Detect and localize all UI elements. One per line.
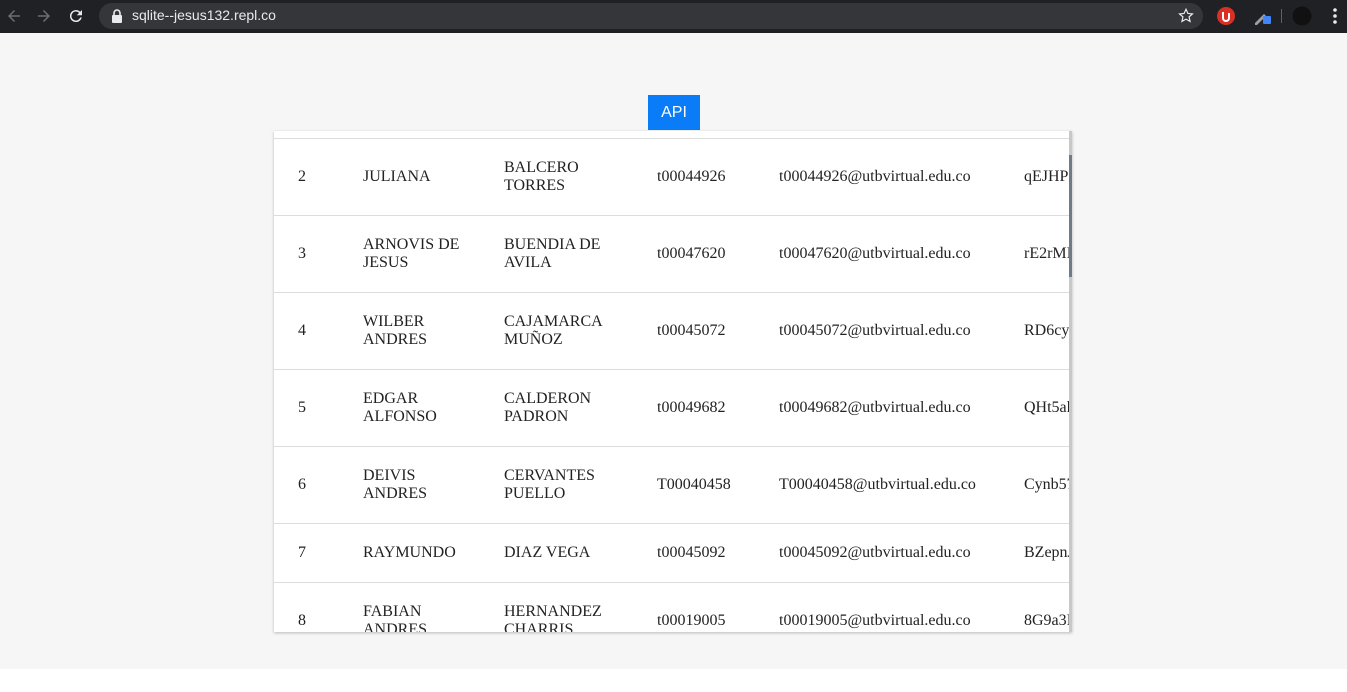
cell-lastname: CAJAMARCA MUÑOZ <box>504 313 602 348</box>
reload-icon <box>69 10 82 23</box>
cell-password: qEJHPs <box>1024 168 1072 185</box>
profile-avatar-icon[interactable] <box>1292 6 1312 26</box>
api-button[interactable]: API <box>648 95 700 130</box>
lock-icon <box>112 9 122 23</box>
cell-name: DEIVIS ANDRES <box>363 467 428 502</box>
cell-lastname: HERNANDEZ CHARRIS <box>504 603 602 632</box>
cell-id: 2 <box>298 168 306 185</box>
cell-password: BZepnJ <box>1024 544 1072 561</box>
cell-email: T00040458@utbvirtual.edu.co <box>779 476 976 493</box>
cell-name: ARNOVIS DE JESUS <box>363 236 460 271</box>
cell-lastname: CALDERON PADRON <box>504 390 592 425</box>
page-content: API 2 JULIANA BALCERO TORRES t00044926 t… <box>0 33 1347 669</box>
cell-lastname: BALCERO TORRES <box>504 159 579 194</box>
toolbar-divider <box>1281 9 1282 23</box>
cell-code: t00019005 <box>657 612 726 630</box>
browser-toolbar: sqlite--jesus132.repl.co <box>0 0 1347 33</box>
cell-lastname: BUENDIA DE AVILA <box>504 236 601 271</box>
back-arrow-icon <box>8 10 20 22</box>
vertical-scrollbar[interactable] <box>1069 131 1072 632</box>
cell-code: t00045072 <box>657 322 726 339</box>
cell-password: rE2rMI <box>1024 245 1072 262</box>
cell-email: t00045092@utbvirtual.edu.co <box>779 544 971 561</box>
cell-code: t00044926 <box>657 168 726 185</box>
cell-code: T00040458 <box>657 476 731 493</box>
scrollbar-thumb[interactable] <box>1069 155 1072 277</box>
cell-email: t00045072@utbvirtual.edu.co <box>779 322 971 339</box>
cell-name: FABIAN ANDRES <box>363 603 428 632</box>
forward-arrow-icon <box>38 10 50 22</box>
bottom-strip <box>0 669 1347 692</box>
table-row: 8 FABIAN ANDRES HERNANDEZ CHARRIS t00019… <box>274 582 1072 632</box>
cell-password: RD6cy <box>1024 322 1070 339</box>
table-row: 3 ARNOVIS DE JESUS BUENDIA DE AVILA t000… <box>274 215 1072 293</box>
extension-eyedropper-icon[interactable] <box>1252 6 1272 26</box>
cell-name: RAYMUNDO <box>363 544 456 561</box>
url-text: sqlite--jesus132.repl.co <box>132 7 276 23</box>
cell-code: t00049682 <box>657 399 726 416</box>
cell-email: t00047620@utbvirtual.edu.co <box>779 245 971 262</box>
table-row: 5 EDGAR ALFONSO CALDERON PADRON t0004968… <box>274 369 1072 447</box>
cell-id: 6 <box>298 476 306 493</box>
cell-id: 3 <box>298 245 306 262</box>
back-button[interactable] <box>0 2 28 30</box>
students-table: 2 JULIANA BALCERO TORRES t00044926 t0004… <box>274 138 1072 632</box>
forward-button[interactable] <box>30 2 58 30</box>
cell-name: EDGAR ALFONSO <box>363 390 437 425</box>
menu-dots-icon[interactable] <box>1325 6 1345 26</box>
table-row: 2 JULIANA BALCERO TORRES t00044926 t0004… <box>274 138 1072 216</box>
table-row: 4 WILBER ANDRES CAJAMARCA MUÑOZ t0004507… <box>274 292 1072 370</box>
cell-id: 7 <box>298 544 306 561</box>
cell-id: 8 <box>298 612 306 630</box>
cell-name: JULIANA <box>363 168 431 185</box>
cell-id: 4 <box>298 322 306 339</box>
reload-button[interactable] <box>62 2 90 30</box>
cell-name: WILBER ANDRES <box>363 313 428 348</box>
students-table-container[interactable]: 2 JULIANA BALCERO TORRES t00044926 t0004… <box>274 131 1072 632</box>
cell-password: 8G9a3I <box>1024 612 1072 630</box>
cell-lastname: CERVANTES PUELLO <box>504 467 595 502</box>
cell-code: t00045092 <box>657 544 726 561</box>
cell-email: t00044926@utbvirtual.edu.co <box>779 168 971 185</box>
extension-shield-icon[interactable] <box>1216 6 1236 26</box>
cell-email: t00049682@utbvirtual.edu.co <box>779 399 971 416</box>
address-bar[interactable]: sqlite--jesus132.repl.co <box>99 3 1203 29</box>
table-row: 6 DEIVIS ANDRES CERVANTES PUELLO T000404… <box>274 446 1072 524</box>
cell-password: QHt5ak <box>1024 399 1072 416</box>
cell-email: t00019005@utbvirtual.edu.co <box>779 612 971 630</box>
table-row: 7 RAYMUNDO DIAZ VEGA t00045092 t00045092… <box>274 523 1072 583</box>
cell-code: t00047620 <box>657 245 726 262</box>
cell-id: 5 <box>298 399 306 416</box>
cell-password: Cynb57 <box>1024 476 1072 493</box>
cell-lastname: DIAZ VEGA <box>504 544 591 561</box>
bookmark-star-icon[interactable] <box>1177 7 1195 25</box>
